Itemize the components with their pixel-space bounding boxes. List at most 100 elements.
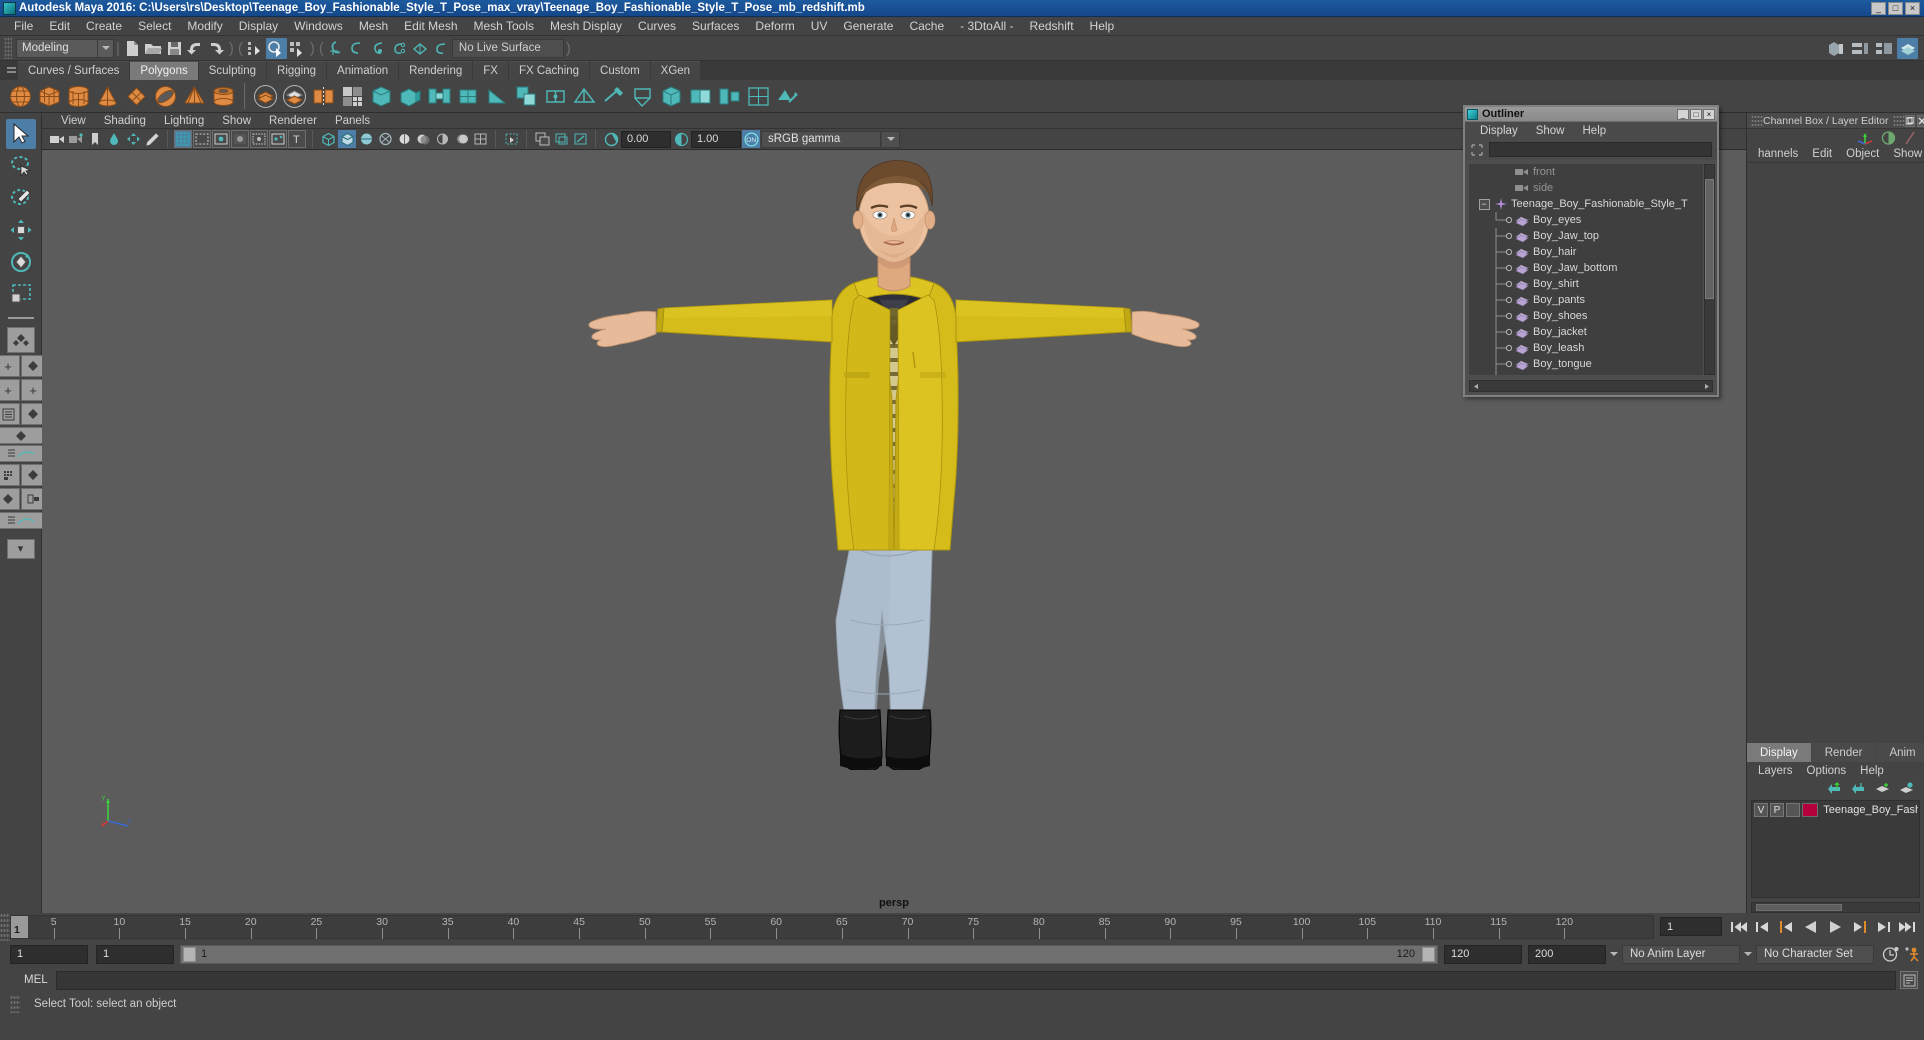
layout-outliner-icon[interactable] xyxy=(0,403,20,425)
new-layer-from-selected-icon[interactable] xyxy=(1899,782,1914,795)
rotate-tool-icon[interactable] xyxy=(6,247,36,277)
shadows-icon[interactable] xyxy=(414,130,432,148)
outliner-item-boy-pants[interactable]: Boy_pants xyxy=(1469,292,1703,308)
select-camera-icon[interactable] xyxy=(48,130,66,148)
xray-icon[interactable] xyxy=(250,130,268,148)
menu-cache[interactable]: Cache xyxy=(901,17,952,36)
layer-menu-layers[interactable]: Layers xyxy=(1751,765,1800,777)
outliner-item-boy-leash[interactable]: Boy_leash xyxy=(1469,340,1703,356)
shelf-tab-rendering[interactable]: Rendering xyxy=(399,61,473,80)
film-gate-icon[interactable] xyxy=(193,130,211,148)
character-set-dropdown-arrow[interactable] xyxy=(1740,945,1756,964)
channel-box-display-icon[interactable] xyxy=(1881,130,1896,145)
poly-uv-icon[interactable] xyxy=(744,82,773,111)
snap-to-point-icon[interactable] xyxy=(368,38,389,59)
snap-to-projected-center-icon[interactable] xyxy=(389,38,410,59)
poly-pyramid-icon[interactable] xyxy=(180,82,209,111)
outliner-menu-display[interactable]: Display xyxy=(1471,125,1527,137)
outliner-window[interactable]: Outliner _ □ × Display Show Help front s… xyxy=(1463,105,1719,397)
outliner-menu-help[interactable]: Help xyxy=(1574,125,1616,137)
layer-name[interactable]: Teenage_Boy_Fashiona xyxy=(1820,804,1918,816)
poly-reduce-icon[interactable] xyxy=(715,82,744,111)
outliner-item-boy-shoes[interactable]: Boy_shoes xyxy=(1469,308,1703,324)
redo-icon[interactable] xyxy=(206,38,227,59)
menu-edit[interactable]: Edit xyxy=(41,17,78,36)
move-tool-icon[interactable] xyxy=(6,215,36,245)
copy-view-icon[interactable] xyxy=(552,130,570,148)
outliner-minimize-button[interactable]: _ xyxy=(1677,108,1689,120)
poly-transfer-attributes-icon[interactable] xyxy=(773,82,802,111)
grease-pencil-icon[interactable] xyxy=(143,130,161,148)
anim-layer-select[interactable]: No Anim Layer xyxy=(1622,944,1740,964)
outliner-item-boy-shirt[interactable]: Boy_shirt xyxy=(1469,276,1703,292)
layer-row[interactable]: V P Teenage_Boy_Fashiona xyxy=(1752,801,1919,817)
text-display-icon[interactable]: T xyxy=(288,130,306,148)
ambient-occlusion-icon[interactable] xyxy=(433,130,451,148)
menu-redshift[interactable]: Redshift xyxy=(1022,17,1082,36)
poly-cube-var-icon[interactable] xyxy=(657,82,686,111)
poly-boolean-icon[interactable] xyxy=(686,82,715,111)
show-hide-modeling-toolkit-icon[interactable] xyxy=(1825,38,1846,59)
toolbox-more-icon[interactable]: ▾ xyxy=(6,539,35,559)
playback-start-field[interactable]: 1 xyxy=(96,944,174,964)
anim-layer-dropdown-arrow[interactable] xyxy=(1606,945,1622,964)
menu-file[interactable]: File xyxy=(6,17,41,36)
animation-preferences-icon[interactable] xyxy=(1880,943,1902,965)
xray-joints-icon[interactable] xyxy=(269,130,287,148)
poly-wedge-icon[interactable] xyxy=(483,82,512,111)
textured-icon[interactable] xyxy=(376,130,394,148)
menu-create[interactable]: Create xyxy=(78,17,130,36)
outliner-menu-show[interactable]: Show xyxy=(1527,125,1574,137)
shelf-tab-curves-surfaces[interactable]: Curves / Surfaces xyxy=(18,61,130,80)
current-frame-field[interactable]: 1 xyxy=(1660,917,1722,936)
channel-box-menu-object[interactable]: Object xyxy=(1839,148,1886,160)
gamma-icon[interactable] xyxy=(672,130,690,148)
play-backwards-icon[interactable] xyxy=(1800,916,1822,938)
range-slider[interactable]: 1 120 xyxy=(180,944,1438,964)
go-to-end-icon[interactable] xyxy=(1896,916,1918,938)
select-by-object-type-icon[interactable] xyxy=(265,37,287,59)
layer-color-swatch[interactable] xyxy=(1801,803,1819,817)
layer-list-horizontal-scrollbar[interactable] xyxy=(1751,902,1920,913)
layout-persp-small-icon[interactable] xyxy=(0,488,20,510)
move-layer-up-icon[interactable] xyxy=(1827,782,1842,795)
channel-box-float-icon[interactable] xyxy=(1904,114,1915,127)
outliner-item-boy-jacket[interactable]: Boy_jacket xyxy=(1469,324,1703,340)
use-all-lights-icon[interactable] xyxy=(395,130,413,148)
minimize-button[interactable]: _ xyxy=(1871,1,1886,15)
outliner-tree[interactable]: front side − Teenage_Boy_Fashionable_Sty… xyxy=(1469,164,1703,375)
poly-extrude-icon[interactable] xyxy=(396,82,425,111)
menu-windows[interactable]: Windows xyxy=(286,17,351,36)
live-surface-field[interactable]: No Live Surface xyxy=(451,38,564,58)
motion-blur-icon[interactable] xyxy=(452,130,470,148)
statusline-grip[interactable] xyxy=(4,37,12,59)
help-line-grip[interactable] xyxy=(10,995,20,1013)
make-live-icon[interactable] xyxy=(431,38,452,59)
menu-set-selector[interactable]: Modeling xyxy=(16,38,98,58)
grid-toggle-icon[interactable] xyxy=(174,130,192,148)
poly-crease-icon[interactable] xyxy=(570,82,599,111)
menu-deform[interactable]: Deform xyxy=(747,17,802,36)
step-forward-frame-icon[interactable] xyxy=(1872,916,1894,938)
channel-box-menu-channels[interactable]: hannels xyxy=(1751,148,1805,160)
multisample-icon[interactable] xyxy=(471,130,489,148)
gate-mask-icon[interactable] xyxy=(231,130,249,148)
show-hide-channel-box-icon[interactable] xyxy=(1897,37,1918,59)
snap-to-grid-icon[interactable] xyxy=(326,38,347,59)
outliner-search-input[interactable] xyxy=(1489,142,1712,157)
poly-connect-icon[interactable] xyxy=(541,82,570,111)
menu-modify[interactable]: Modify xyxy=(179,17,230,36)
snap-to-view-plane-icon[interactable] xyxy=(410,38,431,59)
layer-menu-help[interactable]: Help xyxy=(1853,765,1891,777)
viewport-menu-show[interactable]: Show xyxy=(213,113,260,129)
poly-plane-icon[interactable] xyxy=(122,82,151,111)
menu-edit-mesh[interactable]: Edit Mesh xyxy=(396,17,465,36)
poly-separate-icon[interactable] xyxy=(280,82,309,111)
go-to-start-icon[interactable] xyxy=(1728,916,1750,938)
menu-help[interactable]: Help xyxy=(1082,17,1123,36)
shelf-tab-fx-caching[interactable]: FX Caching xyxy=(508,61,590,80)
outliner-item-boy-jaw-bottom[interactable]: Boy_Jaw_bottom xyxy=(1469,260,1703,276)
wireframe-shading-icon[interactable] xyxy=(319,130,337,148)
tab-render[interactable]: Render xyxy=(1811,743,1876,762)
layout-four-view-icon[interactable]: + xyxy=(0,355,20,377)
